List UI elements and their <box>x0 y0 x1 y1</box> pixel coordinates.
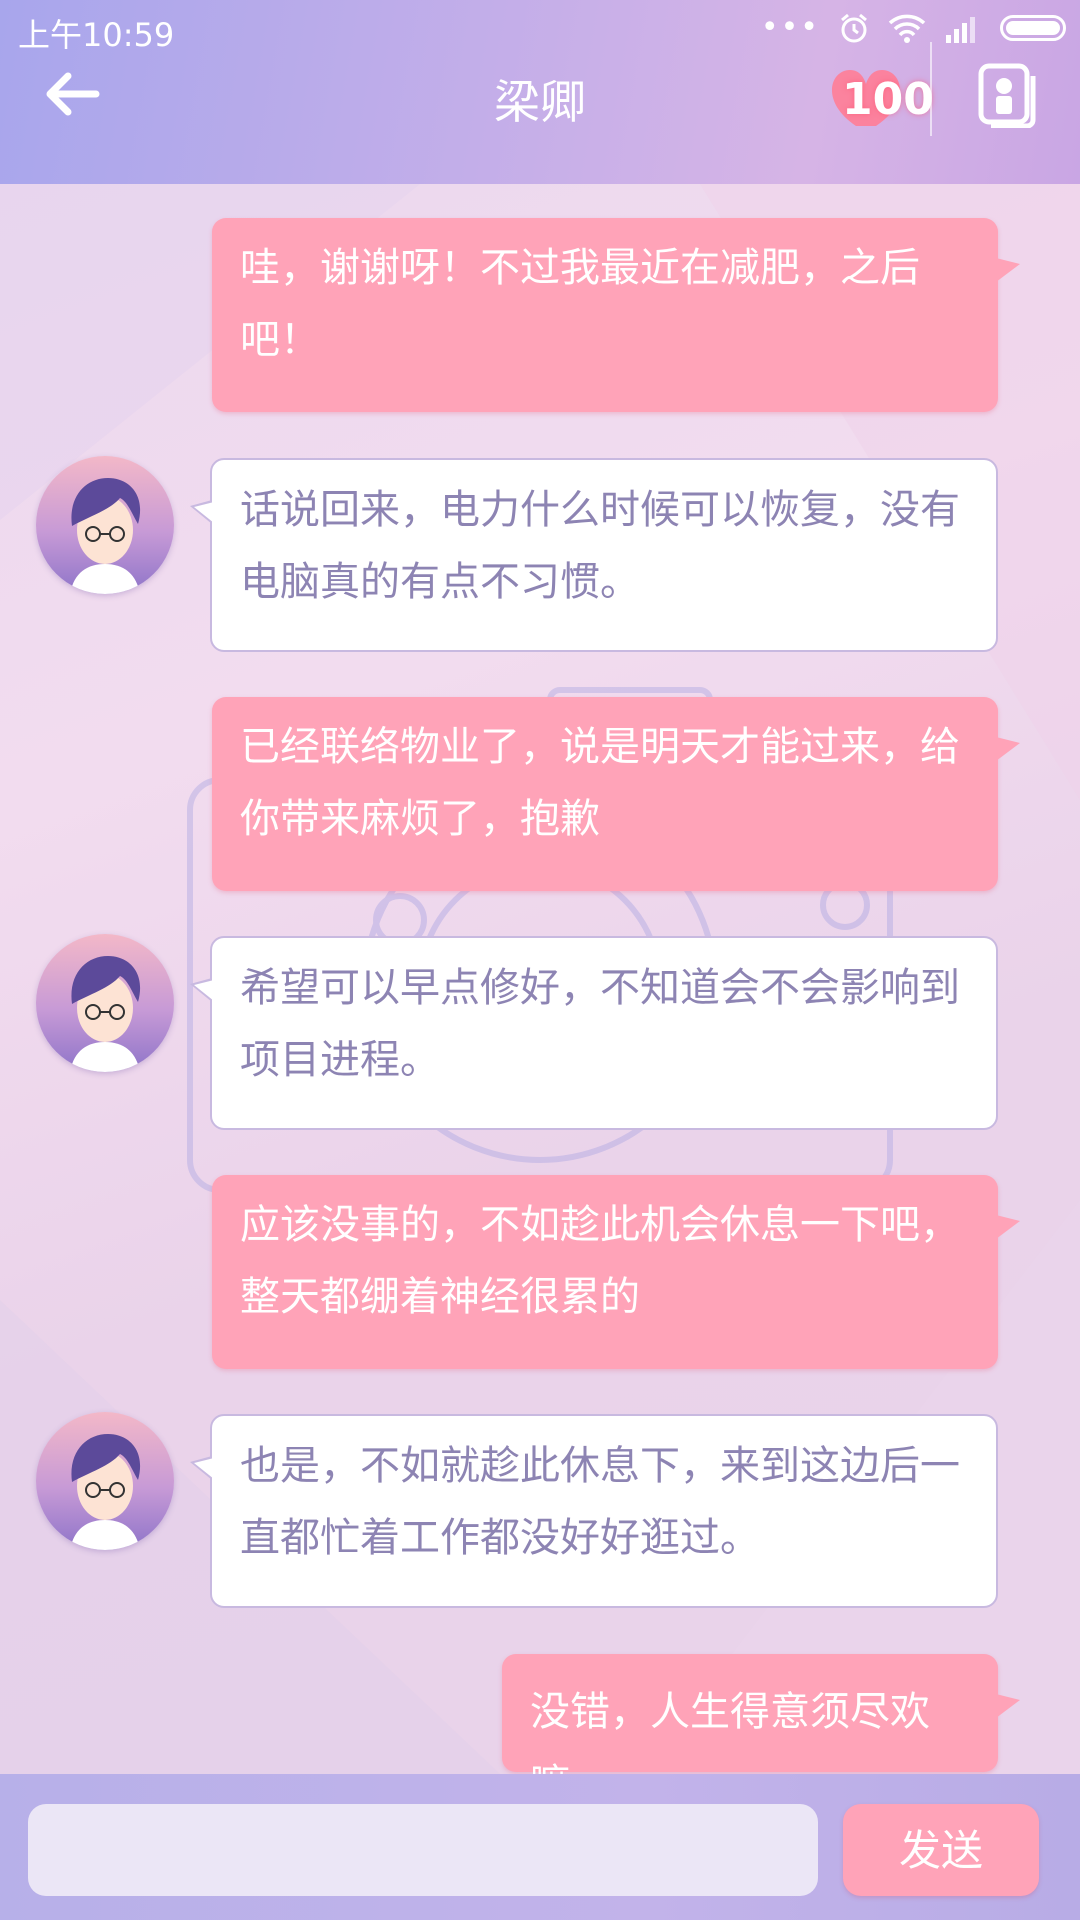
composer-bar: 发送 <box>0 1774 1080 1920</box>
profile-card-icon[interactable] <box>975 62 1041 128</box>
alarm-icon <box>841 13 867 43</box>
message-text: 话说回来，电力什么时候可以恢复，没有电脑真的有点不习惯。 <box>240 487 960 605</box>
message-bubble-received: 希望可以早点修好，不知道会不会影响到项目进程。 <box>190 936 998 1130</box>
message-text: 应该没事的，不如趁此机会休息一下吧，整天都绷着神经很累的 <box>240 1202 960 1320</box>
message-bubble-sent: 应该没事的，不如趁此机会休息一下吧，整天都绷着神经很累的 <box>212 1175 1020 1369</box>
status-bar: 上午10:59 ••• <box>0 0 1080 60</box>
battery-icon <box>1000 15 1066 41</box>
message-input[interactable] <box>28 1804 818 1896</box>
avatar[interactable] <box>36 1412 174 1550</box>
status-time: 上午10:59 <box>18 16 175 54</box>
message-text: 哇，谢谢呀！不过我最近在减肥，之后吧！ <box>240 245 920 363</box>
wifi-icon <box>888 14 926 43</box>
signal-icon <box>946 17 975 43</box>
status-icons: ••• <box>761 12 1066 44</box>
message-text: 已经联络物业了，说是明天才能过来，给你带来麻烦了，抱歉 <box>240 724 960 842</box>
message-bubble-sent: 哇，谢谢呀！不过我最近在减肥，之后吧！ <box>212 218 1020 412</box>
send-button[interactable]: 发送 <box>843 1804 1039 1896</box>
message-bubble-received: 也是，不如就趁此休息下，来到这边后一直都忙着工作都没好好逛过。 <box>190 1414 998 1608</box>
avatar-character-icon <box>70 478 141 594</box>
message-text: 希望可以早点修好，不知道会不会影响到项目进程。 <box>240 965 960 1083</box>
message-text: 也是，不如就趁此休息下，来到这边后一直都忙着工作都没好好逛过。 <box>240 1443 960 1561</box>
header-divider <box>930 42 932 136</box>
more-dots-icon: ••• <box>760 10 820 45</box>
app-header: 上午10:59 ••• 梁卿 100 <box>0 0 1080 184</box>
message-bubble-sent: 已经联络物业了，说是明天才能过来，给你带来麻烦了，抱歉 <box>212 697 1020 891</box>
avatar-character-icon <box>70 1434 141 1550</box>
message-bubble-received: 话说回来，电力什么时候可以恢复，没有电脑真的有点不习惯。 <box>190 458 998 652</box>
affection-count: 100 <box>842 74 934 125</box>
avatar[interactable] <box>36 456 174 594</box>
avatar-character-icon <box>70 956 141 1072</box>
avatar[interactable] <box>36 934 174 1072</box>
message-bubble-sent: 没错，人生得意须尽欢嘛 <box>502 1654 1020 1807</box>
